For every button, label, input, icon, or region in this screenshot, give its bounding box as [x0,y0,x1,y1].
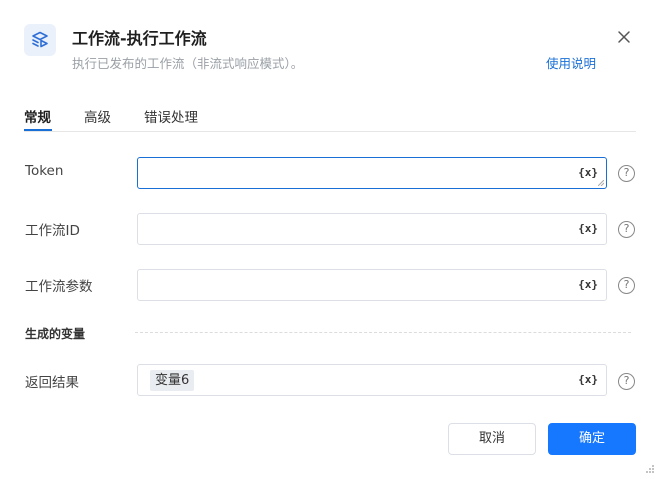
workflow-params-input[interactable]: {x} [137,269,607,301]
workflow-params-label: 工作流参数 [25,279,93,295]
section-divider [135,332,631,333]
help-link[interactable]: 使用说明 [546,53,596,72]
return-result-label: 返回结果 [25,375,79,391]
close-button[interactable] [614,27,634,47]
dialog-subtitle: 执行已发布的工作流（非流式响应模式）。 [72,56,304,71]
tab-general[interactable]: 常规 [24,106,51,126]
workflow-id-input[interactable]: {x} [137,213,607,245]
insert-variable-button[interactable]: {x} [578,278,598,291]
dialog-title: 工作流-执行工作流 [72,29,207,48]
workflow-id-help-icon[interactable]: ? [618,221,635,238]
variable-chip[interactable]: 变量6 [150,370,195,391]
token-label: Token [25,163,64,179]
return-result-input[interactable]: 变量6 {x} [137,364,607,396]
active-tab-indicator [24,129,52,131]
dialog-resize-grip-icon[interactable] [645,464,655,474]
insert-variable-button[interactable]: {x} [578,222,598,235]
cancel-button[interactable]: 取消 [448,423,536,455]
token-input[interactable]: {x} [137,157,607,189]
return-result-help-icon[interactable]: ? [618,373,635,390]
workflow-params-help-icon[interactable]: ? [618,277,635,294]
close-icon [618,31,630,43]
workflow-id-label: 工作流ID [25,223,80,239]
workflow-icon [32,31,48,48]
token-help-icon[interactable]: ? [618,165,635,182]
tab-advanced[interactable]: 高级 [84,106,111,126]
tab-error-handling[interactable]: 错误处理 [144,106,198,126]
output-section-title: 生成的变量 [25,327,86,341]
app-icon [24,24,56,56]
tab-bar: 常规 高级 错误处理 [24,106,636,132]
insert-variable-button[interactable]: {x} [578,166,598,179]
confirm-button[interactable]: 确定 [548,423,636,455]
insert-variable-button[interactable]: {x} [578,373,598,386]
resize-handle-icon [598,180,604,186]
